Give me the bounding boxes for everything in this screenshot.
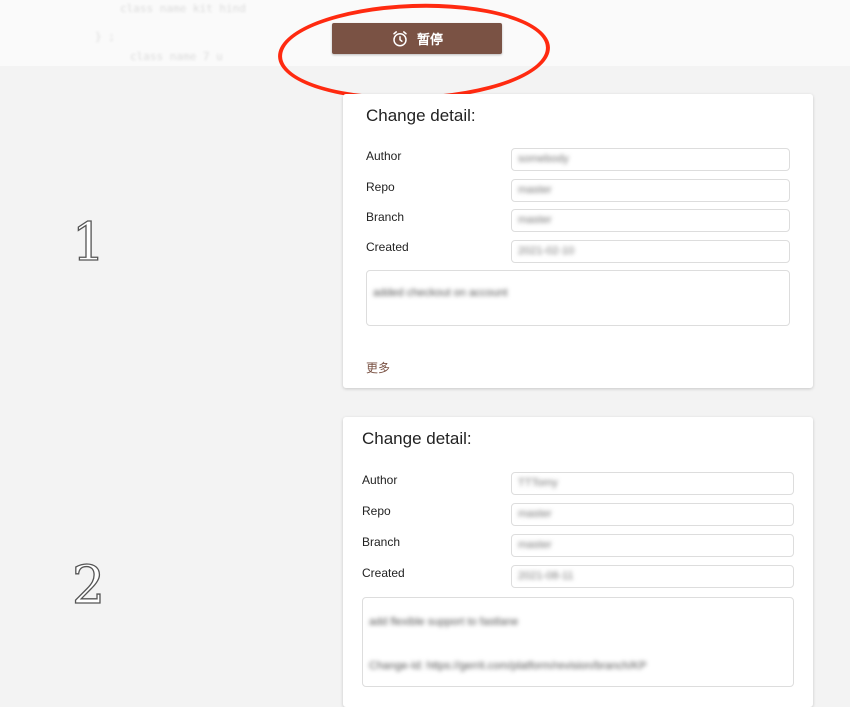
repo-field[interactable]: master <box>511 179 790 202</box>
created-field[interactable]: 2021-08-11 <box>511 565 794 588</box>
branch-label: Branch <box>366 210 405 224</box>
more-link[interactable]: 更多 <box>366 359 390 376</box>
card-title: Change detail: <box>362 429 472 448</box>
author-label: Author <box>366 149 402 163</box>
commit-message-box[interactable]: added checkout on account <box>366 270 790 326</box>
step-number-2: 2 <box>70 555 110 616</box>
created-field[interactable]: 2021-02-10 <box>511 240 790 263</box>
svg-text:2: 2 <box>72 556 105 609</box>
created-label: Created <box>362 566 405 580</box>
step-number-1: 1 <box>70 212 110 273</box>
background-code: class name 7 u <box>130 50 223 63</box>
created-label: Created <box>366 240 409 254</box>
background-code: } ; <box>95 30 115 43</box>
commit-message-box[interactable]: add flexible support to fastlane Change-… <box>362 597 794 687</box>
repo-label: Repo <box>366 180 395 194</box>
card-title: Change detail: <box>366 106 476 125</box>
background-code: class name kit hind <box>120 2 246 15</box>
commit-message-line: add flexible support to fastlane <box>369 616 519 628</box>
change-detail-card: Change detail: Author TTTomy Repo master… <box>343 417 813 707</box>
change-detail-card: Change detail: Author somebody Repo mast… <box>343 94 813 388</box>
repo-field[interactable]: master <box>511 503 794 526</box>
author-field[interactable]: TTTomy <box>511 472 794 495</box>
author-field[interactable]: somebody <box>511 148 790 171</box>
commit-message-line: Change-Id: https://gerrit.com/platform/r… <box>369 660 647 672</box>
repo-label: Repo <box>362 504 391 518</box>
commit-message-line: added checkout on account <box>373 287 508 299</box>
svg-text:1: 1 <box>72 213 105 266</box>
branch-field[interactable]: master <box>511 209 790 232</box>
branch-field[interactable]: master <box>511 534 794 557</box>
branch-label: Branch <box>362 535 401 549</box>
author-label: Author <box>362 473 398 487</box>
